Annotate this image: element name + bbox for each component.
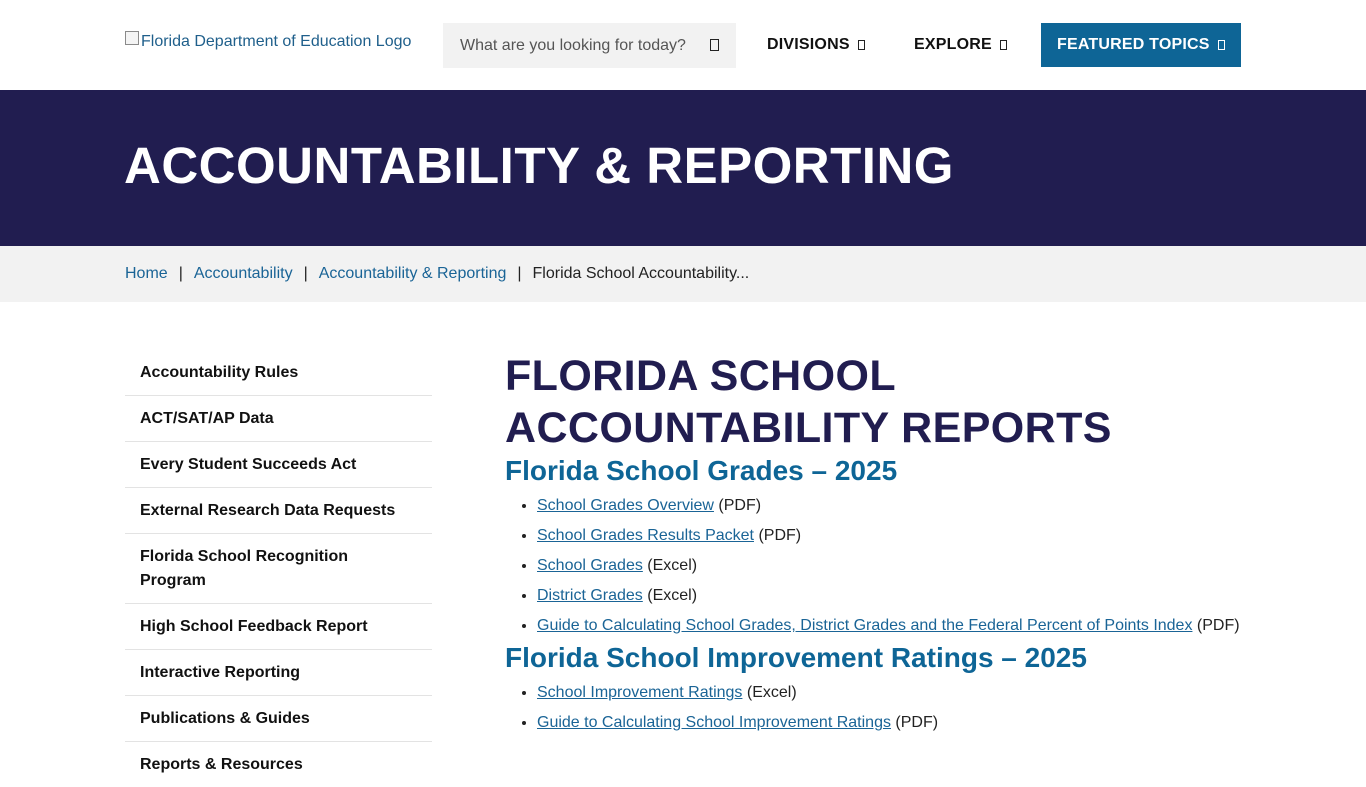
nav-explore[interactable]: EXPLORE [914, 23, 1007, 67]
page-title: ACCOUNTABILITY & REPORTING [124, 137, 954, 194]
logo-alt-text: Florida Department of Education Logo [141, 33, 412, 50]
list-item: District Grades (Excel) [537, 581, 1265, 611]
nav-divisions-label: DIVISIONS [767, 36, 850, 53]
sidebar-item-reports-resources[interactable]: Reports & Resources [125, 742, 432, 787]
list-item: School Improvement Ratings (Excel) [537, 678, 1265, 708]
nav-featured-topics-button[interactable]: FEATURED TOPICS [1041, 23, 1241, 67]
file-type: (PDF) [713, 497, 762, 514]
school-grades-link-list: School Grades Overview (PDF) School Grad… [505, 491, 1265, 641]
search-box [443, 23, 736, 68]
chevron-down-icon [999, 40, 1007, 50]
site-header: Florida Department of Education Logo DIV… [0, 0, 1366, 90]
breadcrumb-reporting-link[interactable]: Accountability & Reporting [319, 265, 507, 283]
school-grades-link[interactable]: School Grades [537, 557, 643, 574]
sidebar-nav: Accountability Rules ACT/SAT/AP Data Eve… [125, 350, 432, 787]
guide-calculating-improvement-ratings-link[interactable]: Guide to Calculating School Improvement … [537, 714, 891, 731]
file-type: (PDF) [890, 714, 939, 731]
breadcrumb-separator: | [178, 265, 183, 282]
file-type: (PDF) [1192, 617, 1240, 634]
file-type: (Excel) [642, 557, 698, 574]
sidebar-item-accountability-rules[interactable]: Accountability Rules [125, 350, 432, 396]
file-type: (PDF) [754, 527, 802, 544]
breadcrumb-separator: | [303, 265, 308, 282]
broken-image-icon [125, 31, 139, 45]
search-button[interactable] [706, 37, 722, 53]
sidebar-item-act-sat-ap-data[interactable]: ACT/SAT/AP Data [125, 396, 432, 442]
breadcrumb: Home | Accountability | Accountability &… [0, 246, 1366, 302]
chevron-down-icon [857, 40, 865, 50]
school-improvement-ratings-link[interactable]: School Improvement Ratings [537, 684, 742, 701]
school-grades-results-packet-link[interactable]: School Grades Results Packet [537, 527, 754, 544]
breadcrumb-current: Florida School Accountability... [532, 265, 750, 282]
district-grades-link[interactable]: District Grades [537, 587, 643, 604]
site-logo[interactable]: Florida Department of Education Logo [125, 31, 412, 51]
sidebar-item-interactive-reporting[interactable]: Interactive Reporting [125, 650, 432, 696]
list-item: Guide to Calculating School Grades, Dist… [537, 611, 1265, 641]
nav-divisions[interactable]: DIVISIONS [767, 23, 865, 67]
list-item: School Grades Results Packet (PDF) [537, 521, 1265, 551]
nav-featured-label: FEATURED TOPICS [1057, 36, 1210, 53]
guide-calculating-school-grades-link[interactable]: Guide to Calculating School Grades, Dist… [537, 617, 1192, 634]
breadcrumb-separator: | [517, 265, 522, 282]
content-title: FLORIDA SCHOOL ACCOUNTABILITY REPORTS [505, 352, 1112, 452]
page-banner: ACCOUNTABILITY & REPORTING [0, 90, 1366, 246]
sidebar-item-florida-school-recognition-program[interactable]: Florida School Recognition Program [125, 534, 432, 604]
breadcrumb-home-link[interactable]: Home [125, 265, 168, 283]
section-heading-school-grades: Florida School Grades – 2025 [505, 455, 898, 486]
file-type: (Excel) [642, 587, 698, 604]
breadcrumb-accountability-link[interactable]: Accountability [194, 265, 293, 283]
sidebar-item-publications-guides[interactable]: Publications & Guides [125, 696, 432, 742]
section-heading-improvement-ratings: Florida School Improvement Ratings – 202… [505, 642, 1087, 673]
main-content: FLORIDA SCHOOL ACCOUNTABILITY REPORTS Fl… [505, 350, 1265, 738]
nav-explore-label: EXPLORE [914, 36, 992, 53]
search-icon [709, 39, 719, 51]
file-type: (Excel) [742, 684, 797, 701]
sidebar-item-every-student-succeeds-act[interactable]: Every Student Succeeds Act [125, 442, 432, 488]
list-item: School Grades Overview (PDF) [537, 491, 1265, 521]
list-item: School Grades (Excel) [537, 551, 1265, 581]
chevron-down-icon [1217, 40, 1225, 50]
school-grades-overview-link[interactable]: School Grades Overview [537, 497, 714, 514]
improvement-ratings-link-list: School Improvement Ratings (Excel) Guide… [505, 678, 1265, 738]
sidebar-item-high-school-feedback-report[interactable]: High School Feedback Report [125, 604, 432, 650]
list-item: Guide to Calculating School Improvement … [537, 708, 1265, 738]
sidebar-item-external-research-data-requests[interactable]: External Research Data Requests [125, 488, 432, 534]
search-input[interactable] [443, 35, 693, 56]
